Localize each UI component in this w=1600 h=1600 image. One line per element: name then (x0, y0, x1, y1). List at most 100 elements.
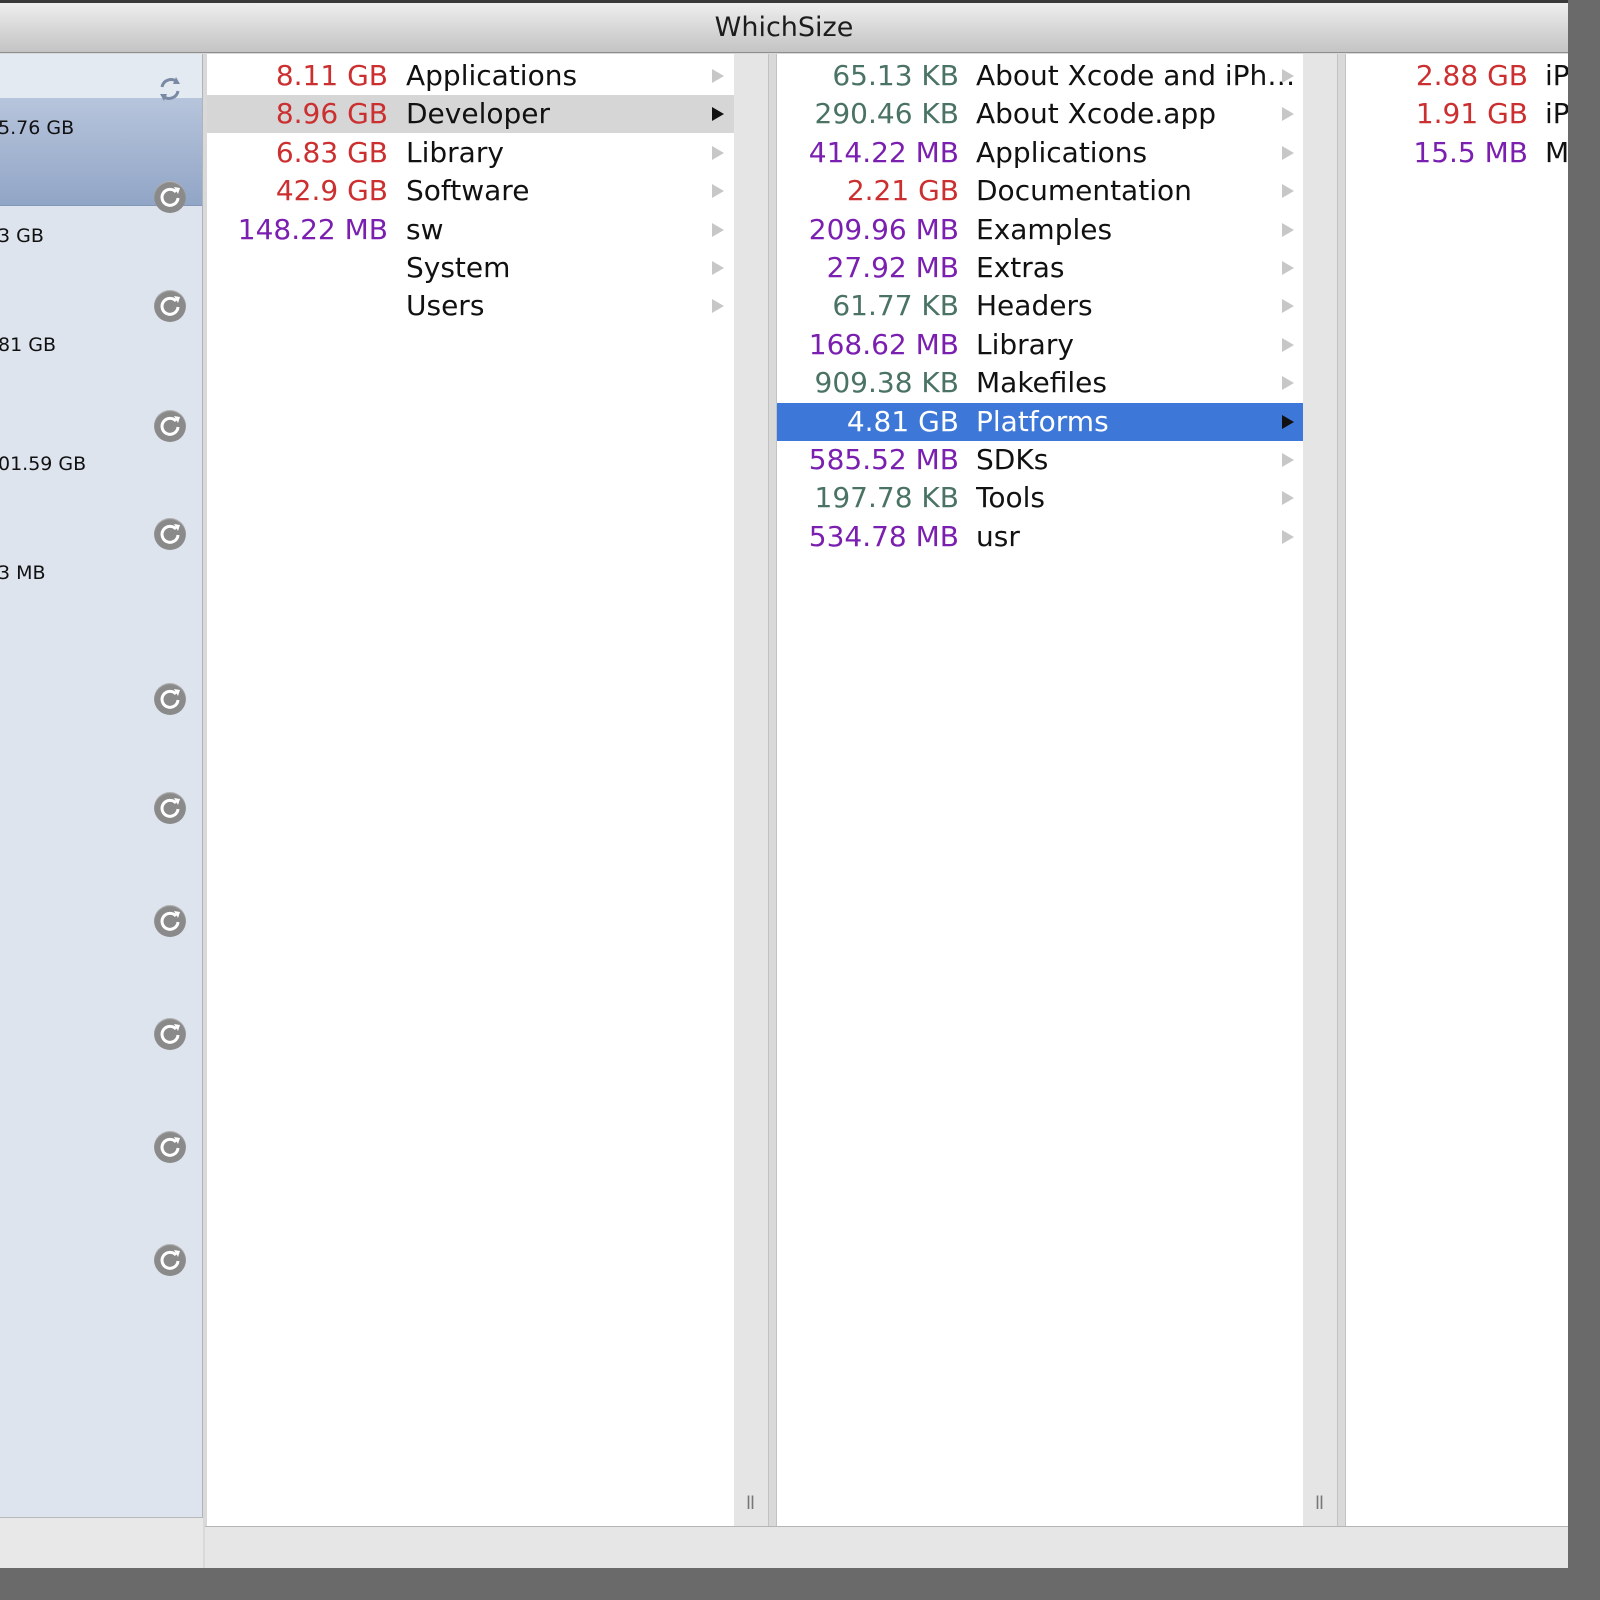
item-name: Software (406, 174, 530, 208)
sidebar-footer (0, 1517, 203, 1568)
item-size: 8.96 GB (275, 97, 388, 131)
column-resizer[interactable]: ll (1303, 54, 1338, 1526)
list-item[interactable]: System (207, 249, 734, 287)
list-item[interactable]: 909.38 KB Makefiles (777, 364, 1304, 402)
list-item[interactable]: 15.5 MB M (1346, 134, 1568, 172)
refresh-icon[interactable] (154, 181, 186, 213)
list-item[interactable]: 209.96 MB Examples (777, 211, 1304, 249)
refresh-icon[interactable] (154, 792, 186, 824)
item-size: 209.96 MB (808, 212, 959, 246)
refresh-icon[interactable] (154, 683, 186, 715)
item-name: Applications (406, 59, 578, 92)
refresh-icon[interactable] (154, 1018, 186, 1050)
disclosure-arrow-icon[interactable] (1282, 529, 1294, 544)
list-item[interactable]: 414.22 MB Applications (777, 134, 1304, 172)
column-platforms[interactable]: 2.88 GB iP 1.91 GB iP 15.5 MB M (1345, 54, 1568, 1526)
item-size: 15.5 MB (1413, 135, 1528, 169)
refresh-icon[interactable] (154, 410, 186, 442)
disclosure-arrow-icon[interactable] (1282, 299, 1294, 314)
item-size: 27.92 MB (826, 251, 959, 284)
disclosure-arrow-icon[interactable] (712, 145, 724, 160)
disclosure-arrow-icon[interactable] (1282, 261, 1294, 275)
sidebar-item[interactable] (0, 315, 202, 423)
disclosure-arrow-icon[interactable] (712, 261, 724, 275)
list-item[interactable]: 27.92 MB Extras (777, 249, 1304, 287)
sidebar-item-size: 81 GB (0, 334, 56, 356)
disclosure-arrow-icon[interactable] (1282, 337, 1294, 352)
item-name: Applications (976, 135, 1148, 169)
status-bar (205, 1526, 1568, 1568)
disclosure-arrow-icon[interactable] (712, 69, 724, 83)
disclosure-arrow-icon[interactable] (1282, 222, 1294, 237)
item-size: 2.21 GB (846, 174, 959, 208)
list-item[interactable]: 534.78 MB usr (777, 518, 1304, 556)
refresh-icon[interactable] (154, 905, 186, 937)
list-item[interactable]: 65.13 KB About Xcode and iPh… (777, 57, 1304, 95)
disclosure-arrow-icon[interactable] (1282, 184, 1294, 199)
item-name: Examples (976, 212, 1113, 246)
item-size: 909.38 KB (814, 366, 959, 400)
list-item[interactable]: 4.81 GB Platforms (777, 402, 1304, 441)
sidebar-item-size: 3 MB (0, 562, 46, 584)
item-name: Tools (976, 481, 1045, 515)
item-size: 168.62 MB (808, 327, 959, 361)
disclosure-arrow-icon[interactable] (1282, 145, 1294, 160)
item-name: sw (406, 212, 444, 246)
disclosure-arrow-icon[interactable] (712, 222, 724, 237)
list-item[interactable]: 1.91 GB iP (1346, 95, 1568, 133)
list-item[interactable]: 2.88 GB iP (1346, 57, 1568, 95)
disclosure-arrow-icon[interactable] (1282, 491, 1294, 506)
disclosure-arrow-icon[interactable] (712, 299, 724, 314)
list-item[interactable]: 61.77 KB Headers (777, 287, 1304, 325)
list-item[interactable]: 197.78 KB Tools (777, 479, 1304, 517)
item-size: 65.13 KB (832, 59, 959, 92)
item-name: M (1545, 135, 1568, 169)
item-size: 42.9 GB (275, 174, 388, 208)
item-size: 61.77 KB (832, 289, 959, 323)
window-title: WhichSize (0, 0, 1568, 53)
column-resizer[interactable]: ll (734, 54, 769, 1526)
list-item[interactable]: Users (207, 287, 734, 325)
disclosure-arrow-icon[interactable] (712, 107, 724, 122)
column-root[interactable]: 8.11 GB Applications 8.96 GB Developer 6.83 … (207, 54, 734, 1526)
list-item[interactable]: 585.52 MB SDKs (777, 441, 1304, 479)
item-size: 585.52 MB (808, 443, 959, 476)
list-item[interactable]: 290.46 KB About Xcode.app (777, 95, 1304, 133)
disclosure-arrow-icon[interactable] (1282, 376, 1294, 391)
column-resize-handle[interactable]: ll (746, 1493, 755, 1514)
refresh-icon[interactable] (154, 1244, 186, 1276)
item-name: Library (976, 327, 1074, 361)
list-item[interactable]: 168.62 MB Library (777, 326, 1304, 364)
item-name: About Xcode.app (976, 97, 1216, 131)
list-item[interactable]: 8.11 GB Applications (207, 57, 734, 95)
sidebar: 5.76 GB 3 GB 81 GB 01.59 GB 3 MB (0, 54, 203, 1517)
item-name: Headers (976, 289, 1093, 323)
item-name: Makefiles (976, 366, 1107, 400)
item-size: 414.22 MB (808, 135, 959, 169)
disclosure-arrow-icon[interactable] (1282, 414, 1294, 429)
refresh-icon[interactable] (154, 73, 186, 105)
list-item[interactable]: 42.9 GB Software (207, 172, 734, 210)
list-item[interactable]: 8.96 GB Developer (207, 95, 734, 134)
column-developer[interactable]: 65.13 KB About Xcode and iPh… 290.46 KB Abo… (776, 54, 1304, 1526)
disclosure-arrow-icon[interactable] (1282, 69, 1294, 83)
item-name: Extras (976, 251, 1065, 284)
item-name: iP (1545, 97, 1568, 131)
column-resize-handle[interactable]: ll (1315, 1493, 1324, 1514)
item-size: 4.81 GB (846, 404, 959, 438)
item-size: 534.78 MB (808, 519, 959, 553)
sidebar-item[interactable] (0, 543, 202, 651)
item-name: SDKs (976, 443, 1049, 476)
item-size: 1.91 GB (1415, 97, 1528, 131)
refresh-icon[interactable] (154, 1131, 186, 1163)
item-name: Developer (406, 97, 551, 131)
refresh-icon[interactable] (154, 290, 186, 322)
disclosure-arrow-icon[interactable] (712, 184, 724, 199)
list-item[interactable]: 148.22 MB sw (207, 211, 734, 249)
item-name: Platforms (976, 404, 1109, 438)
disclosure-arrow-icon[interactable] (1282, 453, 1294, 467)
list-item[interactable]: 6.83 GB Library (207, 134, 734, 172)
refresh-icon[interactable] (154, 518, 186, 550)
disclosure-arrow-icon[interactable] (1282, 107, 1294, 122)
list-item[interactable]: 2.21 GB Documentation (777, 172, 1304, 210)
